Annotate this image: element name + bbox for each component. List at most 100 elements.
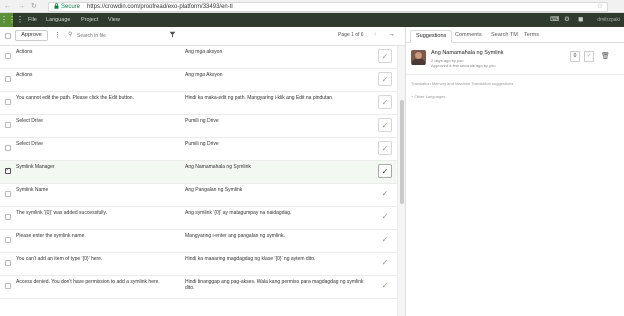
tab-terms[interactable]: Terms <box>519 30 544 43</box>
source-text: You can't add an item of type '{0}' here… <box>16 256 103 262</box>
filter-icon[interactable] <box>169 31 176 41</box>
row-checkbox[interactable] <box>5 260 11 266</box>
translation-text: Hindi tinanggap ang pag-akses. Wala kang… <box>185 279 364 291</box>
next-page-icon[interactable]: → <box>388 30 395 40</box>
prev-page-icon[interactable]: ‹ <box>374 30 376 40</box>
source-text: Select Drive <box>16 141 43 147</box>
more-options-icon[interactable]: ⋮ <box>54 31 61 40</box>
string-row[interactable]: Select Drive Pumili ng Drive ✓ <box>0 138 397 161</box>
string-row[interactable]: You can't add an item of type '{0}' here… <box>0 253 397 276</box>
row-checkbox[interactable] <box>5 122 11 128</box>
source-text: Symlink Manager <box>16 164 55 170</box>
approve-check-icon[interactable]: ✓ <box>378 118 392 132</box>
url-text[interactable]: https://crowdin.com/proofread/exo-platfo… <box>87 3 233 11</box>
translation-text: Hindi ka maaaring magdagdag ng klase '{0… <box>185 256 316 262</box>
row-checkbox[interactable] <box>5 237 11 243</box>
source-text: Actions <box>16 72 33 78</box>
reload-icon[interactable]: ↻ <box>31 2 37 11</box>
translation-text: Pumili ng Drive <box>185 118 219 124</box>
translation-text: Ang mga Aksyon <box>185 72 223 78</box>
source-text: You cannot edit the path. Please click t… <box>16 95 134 101</box>
string-row[interactable]: The symlink '{0}' was added successfully… <box>0 207 397 230</box>
source-text: Symlink Name <box>16 187 49 193</box>
row-checkbox[interactable] <box>5 76 11 82</box>
row-checkbox[interactable] <box>5 99 11 105</box>
back-icon[interactable]: ← <box>4 2 11 11</box>
menu-view[interactable]: View <box>108 13 120 27</box>
approve-check-icon[interactable]: ✓ <box>378 49 392 63</box>
menu-file[interactable]: File <box>28 13 37 27</box>
row-checkbox[interactable] <box>5 214 11 220</box>
tab-comments[interactable]: Comments <box>450 30 487 43</box>
string-row[interactable]: Select Drive Pumili ng Drive ✓ <box>0 115 397 138</box>
approve-check-icon[interactable]: ✓ <box>378 164 392 178</box>
source-text: Select Drive <box>16 118 43 124</box>
apps-grid-icon[interactable]: ⋮⋮⋮ <box>0 13 24 27</box>
tab-search-tm[interactable]: Search TM <box>486 30 523 43</box>
bookmark-star-icon[interactable]: ☆ <box>597 3 603 11</box>
app-menu-bar: ⋮⋮⋮ File Language Project View ⌨ ⚙ ◼ dmi… <box>0 13 624 27</box>
translation-text: Ang Namamahala ng Symlink <box>185 164 251 170</box>
search-input[interactable] <box>77 31 157 40</box>
translation-text: Mangyaring i-enter ang pangalan ng symli… <box>185 233 285 239</box>
source-text: Please enter the symlink name. <box>16 233 86 239</box>
string-row[interactable]: Actions Ang mga Aksyon ✓ <box>0 69 397 92</box>
approve-check-icon[interactable]: ✓ <box>378 279 392 293</box>
approve-button[interactable]: Approve <box>15 30 48 41</box>
suggestion-item[interactable]: Ang Namamahala ng Symlink 2 days ago by … <box>406 45 624 75</box>
suggestions-panel: Suggestions Comments Search TM Terms Ang… <box>405 27 624 316</box>
avatar <box>411 50 426 65</box>
string-row[interactable]: Please enter the symlink name. Mangyaring… <box>0 230 397 253</box>
approve-check-icon[interactable]: ✓ <box>584 51 594 62</box>
translation-text: Pumili ng Drive <box>185 141 219 147</box>
string-row[interactable]: Symlink Manager Ang Namamahala ng Symlink… <box>0 161 397 184</box>
username[interactable]: dmitrzpaki <box>597 13 620 27</box>
row-checkbox[interactable] <box>5 167 11 174</box>
page-info: Page 1 of 6 <box>338 32 364 38</box>
row-checkbox[interactable] <box>5 191 11 197</box>
string-row[interactable]: You cannot edit the path. Please click t… <box>0 92 397 115</box>
source-text: Access denied. You don't have permission… <box>16 279 160 285</box>
menu-project[interactable]: Project <box>81 13 98 27</box>
forward-icon[interactable]: → <box>18 2 25 11</box>
approve-check-icon[interactable]: ✓ <box>378 95 392 109</box>
string-row[interactable]: Actions Ang mga aksyon ✓ <box>0 46 397 69</box>
row-checkbox[interactable] <box>5 53 11 59</box>
string-row[interactable]: Access denied. You don't have permission… <box>0 276 397 299</box>
translation-text: Ang Pangalan ng Symlink <box>185 187 243 193</box>
row-checkbox[interactable] <box>5 145 11 151</box>
menu-language[interactable]: Language <box>46 13 70 27</box>
trash-icon[interactable]: 🗑 <box>601 51 610 62</box>
approve-check-icon[interactable]: ✓ <box>378 187 392 201</box>
user-avatar-icon[interactable]: ◼ <box>578 13 583 27</box>
editor-toolbar: Approve ⋮ ⚲ Page 1 of 6 ‹ → <box>0 27 405 46</box>
approve-check-icon[interactable]: ✓ <box>378 141 392 155</box>
tm-mt-label: Translation Memory and Machine Translati… <box>411 81 514 86</box>
select-all-checkbox[interactable] <box>5 33 11 39</box>
scrollbar-thumb[interactable] <box>399 100 404 204</box>
vote-count[interactable]: 0 <box>570 51 580 62</box>
search-icon: ⚲ <box>68 32 73 38</box>
lock-icon <box>54 2 59 12</box>
panel-tabs: Suggestions Comments Search TM Terms <box>406 27 624 43</box>
translation-text: Hindi ka maka-edit ng path. Mangyaring i… <box>185 95 334 101</box>
approve-check-icon[interactable]: ✓ <box>378 72 392 86</box>
scrollbar[interactable] <box>397 46 405 316</box>
translation-text: Ang mga aksyon <box>185 49 223 55</box>
row-checkbox[interactable] <box>5 283 11 289</box>
suggestion-text: Ang Namamahala ng Symlink <box>431 50 504 56</box>
address-bar[interactable]: Secure https://crowdin.com/proofread/exo… <box>48 1 608 12</box>
approve-check-icon[interactable]: ✓ <box>378 233 392 247</box>
strings-list: Actions Ang mga aksyon ✓ Actions Ang mga Aks… <box>0 46 397 316</box>
tab-suggestions[interactable]: Suggestions <box>410 30 453 43</box>
translation-text: Ang symlink '{0}' ay matagumpay na naida… <box>185 210 292 216</box>
browser-bar: ← → ↻ Secure https://crowdin.com/proofre… <box>0 0 624 13</box>
approve-check-icon[interactable]: ✓ <box>378 210 392 224</box>
string-row[interactable]: Symlink Name Ang Pangalan ng Symlink ✓ <box>0 184 397 207</box>
suggestion-approved-by: Approved a few seconds ago by you <box>431 63 496 68</box>
secure-label: Secure <box>61 3 81 10</box>
keyboard-icon[interactable]: ⌨ <box>550 13 559 27</box>
approve-check-icon[interactable]: ✓ <box>378 256 392 270</box>
gear-icon[interactable]: ⚙ <box>564 13 570 27</box>
other-languages-link[interactable]: + Other Languages <box>411 94 445 99</box>
